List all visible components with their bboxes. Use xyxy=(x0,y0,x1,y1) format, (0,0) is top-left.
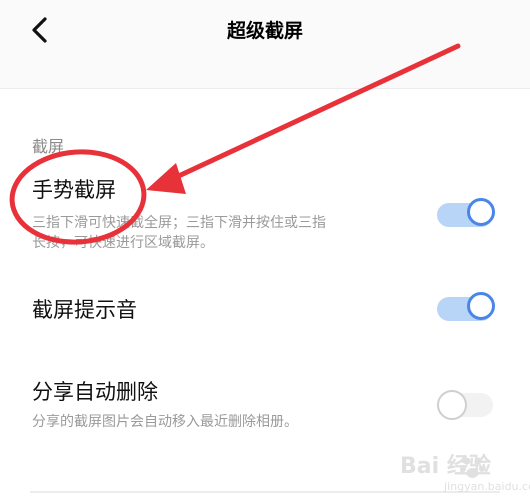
row-desc-auto-delete: 分享的截屏图片会自动移入最近删除相册。 xyxy=(32,414,298,430)
watermark-url: jingyan.baidu.com xyxy=(444,480,530,493)
top-bar: 超级截屏 xyxy=(0,0,530,88)
toggle-gesture-screenshot[interactable] xyxy=(437,198,497,228)
row-title-gesture-screenshot: 手势截屏 xyxy=(32,178,116,202)
row-title-screenshot-sound: 截屏提示音 xyxy=(32,298,137,322)
row-desc-gesture-screenshot-line2: 长按，可快速进行区域截屏。 xyxy=(32,235,214,251)
toggle-knob xyxy=(467,292,495,320)
toggle-screenshot-sound[interactable] xyxy=(437,292,497,322)
section-label-screenshot: 截屏 xyxy=(32,137,65,156)
row-desc-gesture-screenshot-line1: 三指下滑可快速截全屏；三指下滑并按住或三指 xyxy=(32,215,326,231)
row-title-auto-delete: 分享自动删除 xyxy=(32,380,158,404)
toggle-auto-delete[interactable] xyxy=(437,388,497,420)
toggle-knob xyxy=(467,198,495,226)
watermark: Bai 经验 jingyan.baidu.com xyxy=(380,440,530,500)
annotation-arrow-head xyxy=(146,163,186,194)
page-title: 超级截屏 xyxy=(226,20,303,42)
toggle-knob xyxy=(437,390,467,420)
header-divider xyxy=(0,88,530,89)
watermark-text: Bai 经验 xyxy=(400,454,491,479)
